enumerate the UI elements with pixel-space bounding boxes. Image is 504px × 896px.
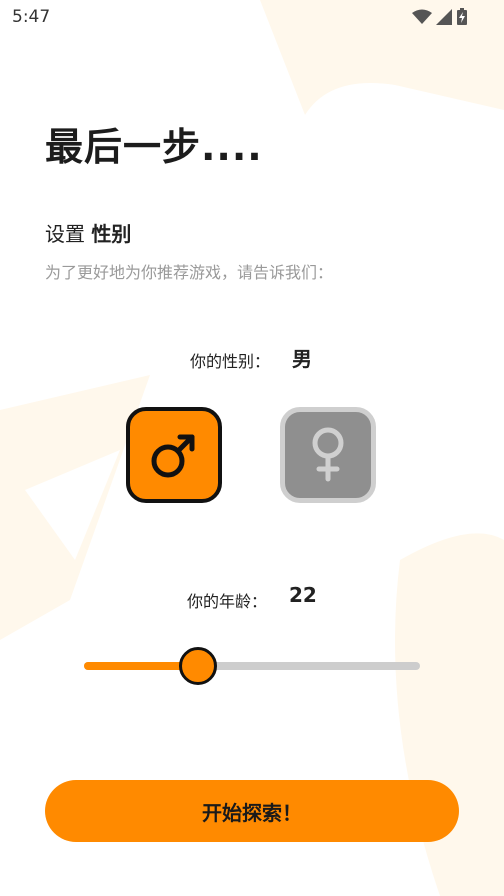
page-title: 最后一步.... [45, 125, 263, 169]
gender-value: 男 [292, 347, 312, 371]
male-icon [151, 434, 195, 478]
age-value: 22 [289, 583, 317, 607]
female-button[interactable] [280, 407, 376, 503]
gender-label: 你的性别： [190, 352, 271, 371]
wifi-icon [412, 9, 432, 24]
setup-screen: 最后一步.... 设置 性别 为了更好地为你推荐游戏，请告诉我们： 你的性别： … [0, 0, 504, 896]
status-time: 5:47 [12, 7, 51, 27]
status-bar: 5:47 [0, 0, 504, 34]
age-slider[interactable] [84, 647, 420, 685]
status-icons [412, 8, 468, 26]
section-subtitle: 设置 性别 [45, 218, 131, 247]
hint-text: 为了更好地为你推荐游戏，请告诉我们： [45, 263, 334, 282]
male-button[interactable] [126, 407, 222, 503]
age-label: 你的年龄： [187, 592, 268, 611]
slider-thumb[interactable] [179, 647, 218, 685]
subtitle-prefix: 设置 [45, 222, 85, 246]
signal-icon [436, 9, 452, 25]
female-icon [312, 427, 344, 482]
subtitle-emphasis: 性别 [91, 222, 132, 246]
battery-icon [457, 8, 467, 25]
start-explore-button[interactable]: 开始探索！ [45, 780, 459, 842]
